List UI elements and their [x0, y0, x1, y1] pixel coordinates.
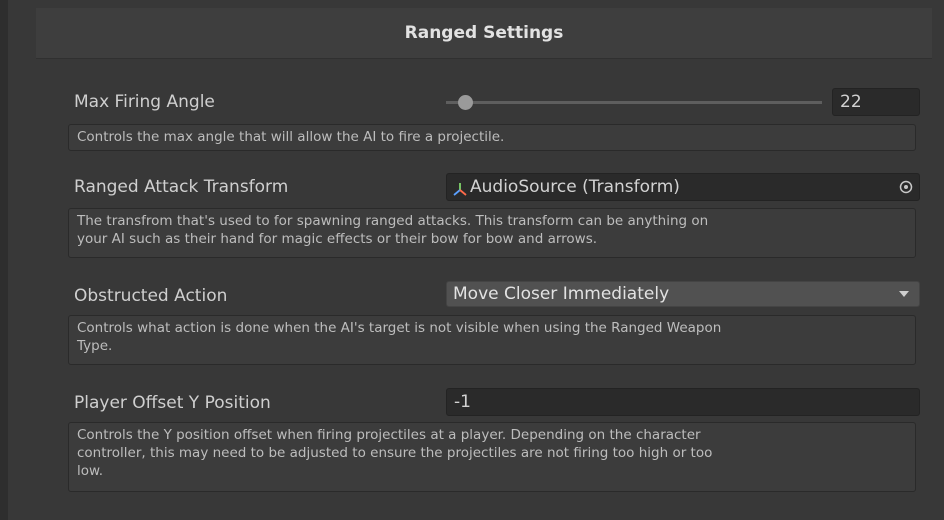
ranged-attack-transform-label: Ranged Attack Transform — [74, 177, 289, 197]
help-text-line-1: Controls the Y position offset when firi… — [77, 427, 701, 443]
help-text-line-2: Type. — [77, 338, 113, 354]
dropdown-arrow-icon — [899, 291, 909, 297]
max-firing-angle-slider-track[interactable] — [446, 101, 822, 104]
ranged-attack-transform-object-field[interactable]: AudioSource (Transform) — [446, 173, 920, 201]
ranged-attack-transform-value: AudioSource (Transform) — [470, 177, 680, 197]
max-firing-angle-value: 22 — [840, 92, 862, 112]
obstructed-action-selected: Move Closer Immediately — [453, 284, 670, 304]
help-text-line-3: low. — [77, 463, 104, 479]
max-firing-angle-label: Max Firing Angle — [74, 92, 215, 112]
object-picker-icon[interactable] — [895, 176, 917, 198]
player-offset-y-input[interactable]: -1 — [446, 388, 920, 416]
max-firing-angle-help: Controls the max angle that will allow t… — [68, 124, 916, 151]
section-title: Ranged Settings — [404, 23, 564, 43]
ranged-attack-transform-help: The transfrom that's used to for spawnin… — [68, 208, 916, 258]
obstructed-action-label: Obstructed Action — [74, 286, 228, 306]
obstructed-action-dropdown[interactable]: Move Closer Immediately — [446, 281, 920, 307]
obstructed-action-help: Controls what action is done when the AI… — [68, 315, 916, 365]
help-text-line-1: The transfrom that's used to for spawnin… — [77, 213, 709, 229]
help-text-line-2: controller, this may need to be adjusted… — [77, 445, 713, 461]
section-header: Ranged Settings — [36, 8, 932, 59]
max-firing-angle-input[interactable]: 22 — [832, 88, 920, 116]
help-text-line-1: Controls what action is done when the AI… — [77, 320, 722, 336]
help-text: Controls the max angle that will allow t… — [77, 129, 505, 145]
transform-axes-icon — [453, 181, 467, 196]
max-firing-angle-slider-handle[interactable] — [457, 95, 473, 110]
player-offset-y-label: Player Offset Y Position — [74, 393, 271, 413]
player-offset-y-value: -1 — [454, 392, 471, 412]
player-offset-y-help: Controls the Y position offset when firi… — [68, 422, 916, 492]
help-text-line-2: your AI such as their hand for magic eff… — [77, 231, 598, 247]
left-gutter — [0, 0, 8, 520]
